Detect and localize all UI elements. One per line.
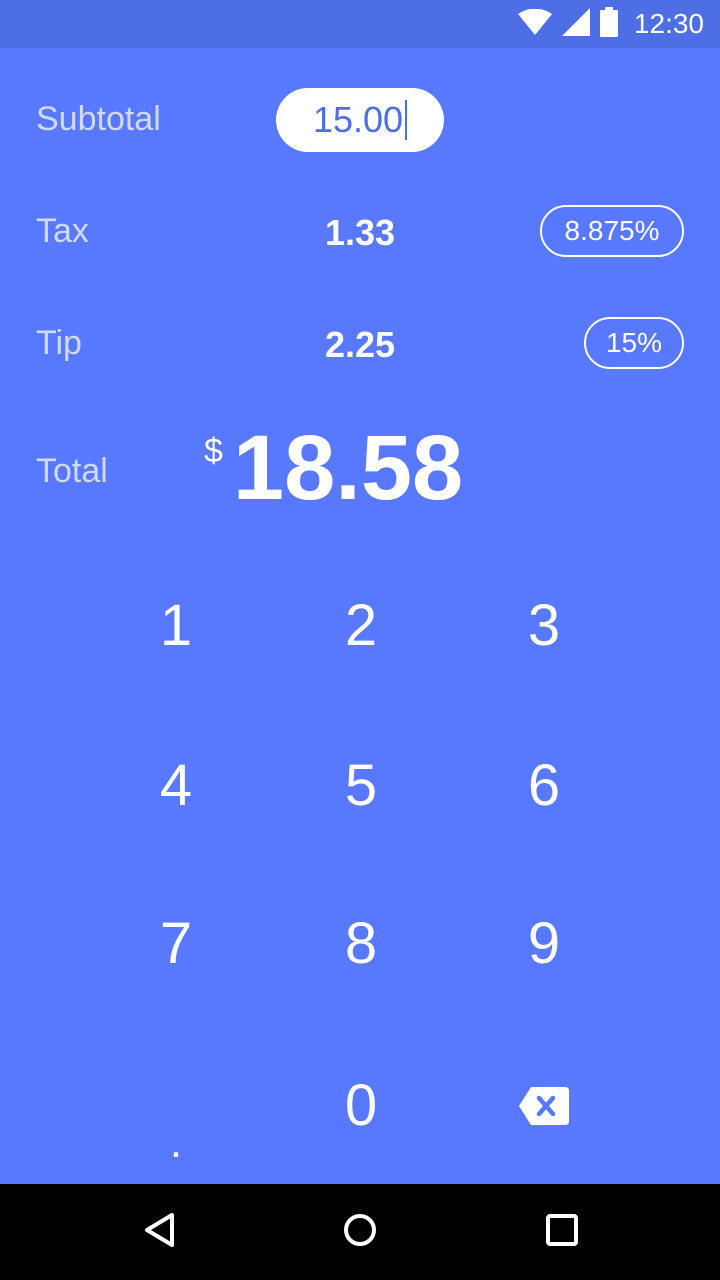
key-2[interactable]: 2 <box>291 565 431 685</box>
backspace-icon <box>519 1072 569 1139</box>
status-bar: 12:30 <box>0 0 720 48</box>
currency-symbol: $ <box>204 432 223 470</box>
key-3[interactable]: 3 <box>474 565 614 685</box>
wifi-icon <box>517 8 552 40</box>
navigation-bar <box>0 1184 720 1280</box>
text-caret <box>405 100 408 140</box>
recents-icon <box>545 1213 579 1252</box>
backspace-button[interactable] <box>474 1045 614 1165</box>
total-display: $ 18.58 <box>204 417 464 519</box>
back-icon <box>142 1212 178 1253</box>
key-7[interactable]: 7 <box>106 883 246 1003</box>
key-6[interactable]: 6 <box>474 725 614 845</box>
recents-button[interactable] <box>532 1202 592 1262</box>
tax-rate-button[interactable]: 8.875% <box>540 205 684 257</box>
signal-icon <box>561 7 590 41</box>
key-decimal[interactable]: . <box>106 1060 246 1180</box>
key-5[interactable]: 5 <box>291 725 431 845</box>
tax-value: 1.33 <box>324 212 396 253</box>
key-9[interactable]: 9 <box>474 883 614 1003</box>
key-0[interactable]: 0 <box>291 1045 431 1165</box>
subtotal-value: 15.00 <box>312 99 404 140</box>
key-4[interactable]: 4 <box>106 725 246 845</box>
subtotal-label: Subtotal <box>36 100 161 138</box>
key-1[interactable]: 1 <box>106 565 246 685</box>
tax-label: Tax <box>36 212 89 250</box>
home-icon <box>342 1212 378 1253</box>
status-time: 12:30 <box>633 8 704 39</box>
subtotal-input[interactable]: 15.00 <box>276 88 444 152</box>
home-button[interactable] <box>330 1202 390 1262</box>
key-8[interactable]: 8 <box>291 883 431 1003</box>
tip-value: 2.25 <box>324 324 396 365</box>
back-button[interactable] <box>130 1202 190 1262</box>
total-label: Total <box>36 452 108 490</box>
tip-rate-button[interactable]: 15% <box>584 317 684 369</box>
battery-icon <box>599 6 618 42</box>
tip-label: Tip <box>36 324 82 362</box>
total-amount: 18.58 <box>232 417 464 519</box>
